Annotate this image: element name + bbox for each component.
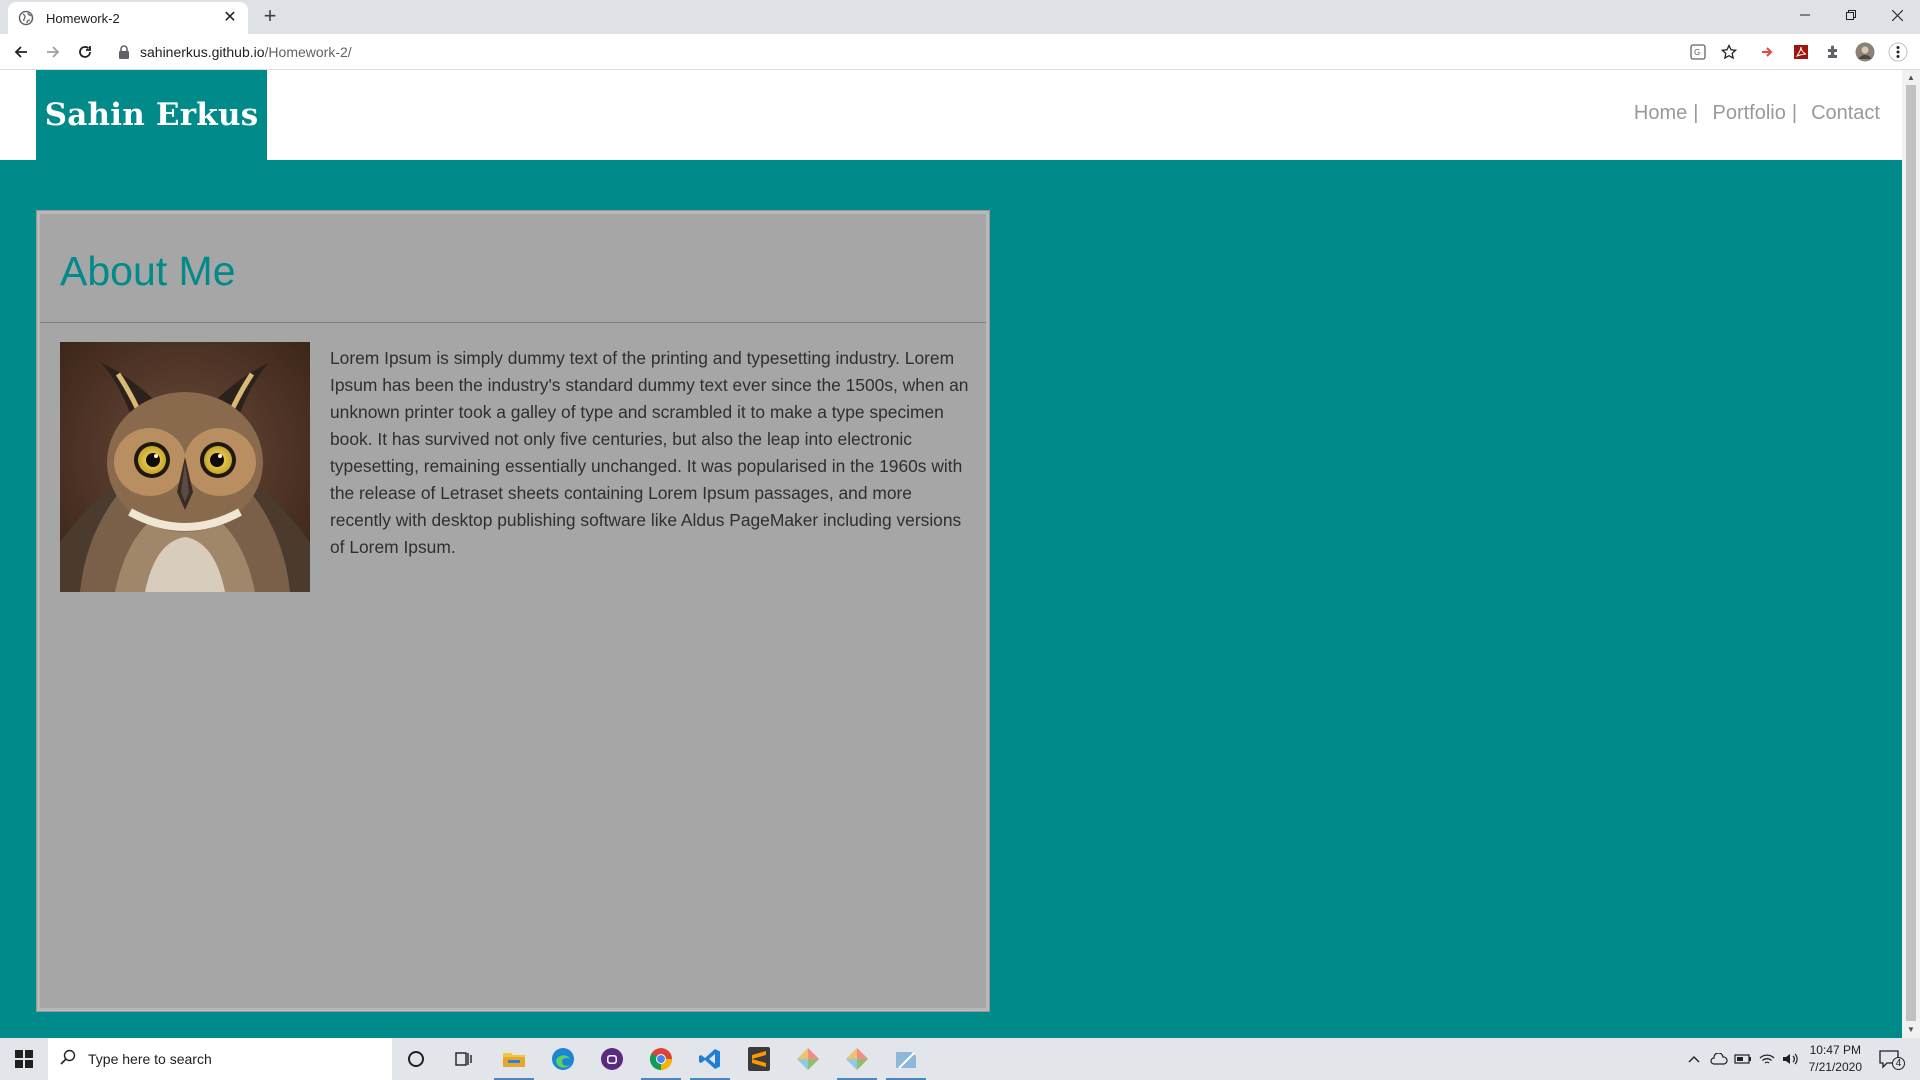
svg-text:G: G — [1694, 48, 1700, 57]
windows-start-icon[interactable] — [0, 1038, 48, 1080]
sketch-app-2-icon[interactable] — [833, 1038, 881, 1080]
about-heading: About Me — [60, 248, 236, 294]
taskbar-search-box[interactable]: Type here to search — [48, 1038, 392, 1080]
globe-icon — [18, 10, 34, 26]
search-icon — [60, 1049, 76, 1070]
search-placeholder: Type here to search — [88, 1051, 212, 1067]
chrome-menu-icon[interactable] — [1888, 42, 1908, 62]
about-body-text: Lorem Ipsum is simply dummy text of the … — [330, 348, 969, 557]
page-scrollbar[interactable]: ▲ ▼ — [1902, 70, 1920, 1038]
chrome-taskbar-icon[interactable] — [637, 1038, 685, 1080]
brand-name: Sahin Erkus — [44, 97, 259, 133]
task-view-icon[interactable] — [440, 1038, 488, 1080]
site-header: Sahin Erkus Home | Portfolio | Contact — [0, 70, 1902, 160]
sketch-app-icon[interactable] — [784, 1038, 832, 1080]
purple-app-icon[interactable] — [588, 1038, 636, 1080]
forward-icon[interactable] — [41, 40, 65, 64]
windows-taskbar: Type here to search 10:47 PM 7/21/2020 4 — [0, 1038, 1920, 1080]
web-page: Sahin Erkus Home | Portfolio | Contact A… — [0, 70, 1902, 1038]
vscode-icon[interactable] — [686, 1038, 734, 1080]
pdf-extension-icon[interactable] — [1791, 42, 1811, 62]
notes-app-icon[interactable] — [882, 1038, 930, 1080]
clock-time: 10:47 PM — [1809, 1043, 1861, 1057]
taskbar-clock[interactable]: 10:47 PM 7/21/2020 — [1809, 1042, 1862, 1076]
notification-count-badge: 4 — [1892, 1057, 1905, 1070]
scroll-up-icon[interactable]: ▲ — [1906, 73, 1916, 83]
scrollbar-thumb[interactable] — [1906, 85, 1916, 1021]
notification-center-icon[interactable]: 4 — [1874, 1047, 1906, 1071]
translate-icon[interactable]: G — [1688, 42, 1708, 62]
url-path: /Homework-2/ — [264, 44, 352, 60]
site-nav: Home | Portfolio | Contact — [1634, 102, 1880, 125]
scroll-down-icon[interactable]: ▼ — [1906, 1025, 1916, 1035]
close-window-icon[interactable] — [1874, 0, 1920, 30]
onedrive-cloud-icon[interactable] — [1708, 1049, 1730, 1069]
cortana-icon[interactable] — [392, 1038, 440, 1080]
volume-icon[interactable] — [1780, 1049, 1802, 1069]
nav-home-link[interactable]: Home — [1634, 102, 1687, 125]
profile-avatar[interactable] — [1855, 42, 1875, 62]
url-host: sahinerkus.github.io — [140, 44, 265, 60]
nav-separator: | — [1791, 102, 1798, 124]
browser-toolbar: sahinerkus.github.io/Homework-2/ G — [0, 34, 1920, 70]
file-explorer-icon[interactable] — [490, 1038, 538, 1080]
restore-icon[interactable] — [1828, 0, 1874, 30]
nav-separator: | — [1693, 102, 1699, 124]
clock-date: 7/21/2020 — [1808, 1060, 1862, 1074]
new-tab-icon[interactable]: + — [258, 5, 282, 29]
minimize-icon[interactable] — [1782, 0, 1828, 30]
battery-icon[interactable] — [1732, 1049, 1754, 1069]
close-tab-icon[interactable]: ✕ — [222, 10, 238, 26]
extensions-puzzle-icon[interactable] — [1823, 42, 1843, 62]
tab-title: Homework-2 — [46, 10, 120, 26]
address-bar[interactable]: sahinerkus.github.io/Homework-2/ — [108, 38, 1718, 66]
owl-photo — [60, 342, 310, 592]
about-card: About Me Lorem Ipsum is simply dummy tex… — [37, 211, 989, 1011]
site-logo[interactable]: Sahin Erkus — [36, 70, 267, 160]
browser-tab[interactable]: Homework-2 ✕ — [8, 2, 248, 34]
lock-icon[interactable] — [118, 45, 132, 59]
nav-portfolio-link[interactable]: Portfolio — [1712, 102, 1785, 125]
edge-browser-icon[interactable] — [539, 1038, 587, 1080]
extension-arrow-icon[interactable] — [1758, 42, 1778, 62]
sublime-text-icon[interactable] — [735, 1038, 783, 1080]
wifi-icon[interactable] — [1756, 1049, 1778, 1069]
url-text: sahinerkus.github.io/Homework-2/ — [140, 44, 352, 60]
back-icon[interactable] — [9, 40, 33, 64]
nav-contact-link[interactable]: Contact — [1811, 102, 1880, 125]
browser-tab-strip: Homework-2 ✕ + — [0, 0, 1920, 34]
heading-divider — [40, 322, 986, 323]
reload-icon[interactable] — [73, 40, 97, 64]
bookmark-star-icon[interactable] — [1719, 42, 1739, 62]
tray-overflow-chevron-icon[interactable] — [1684, 1049, 1704, 1069]
